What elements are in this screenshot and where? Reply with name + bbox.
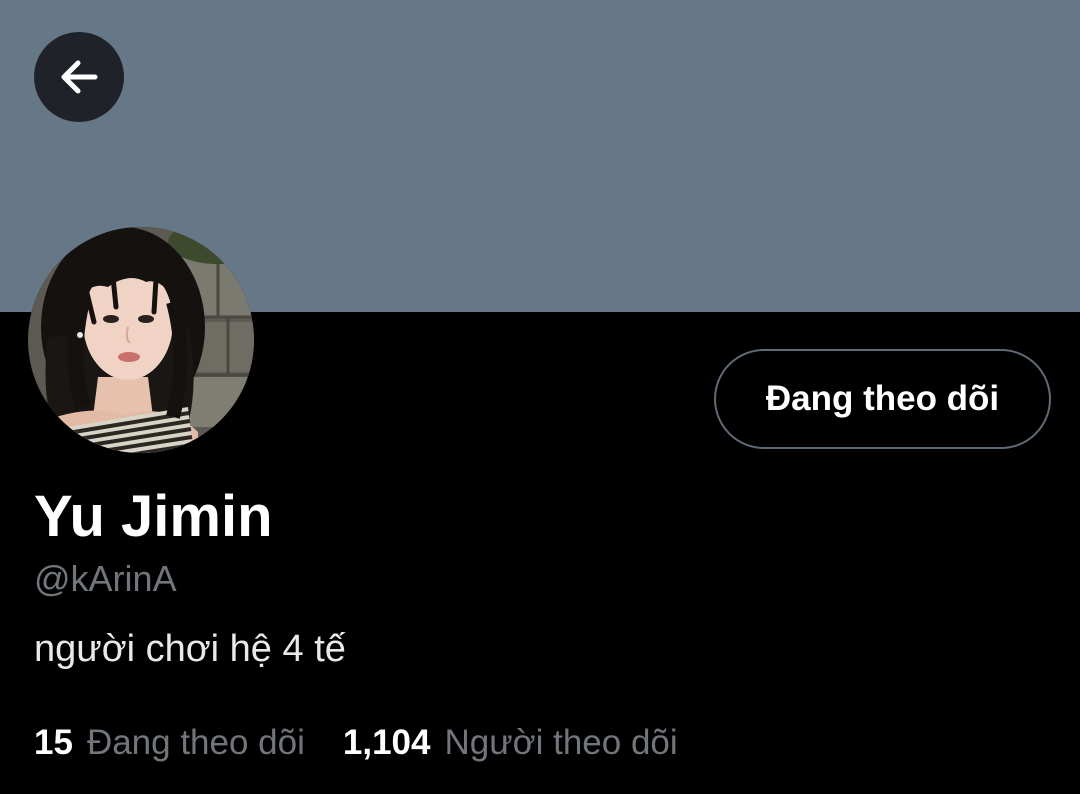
profile-bio: người chơi hệ 4 tế xyxy=(34,628,346,670)
user-handle: @kArinA xyxy=(34,558,177,599)
following-count: 15 xyxy=(34,723,73,762)
followers-stat-link[interactable]: 1,104 Người theo dõi xyxy=(343,721,678,765)
following-stat-link[interactable]: 15 Đang theo dõi xyxy=(34,721,305,765)
arrow-left-icon xyxy=(55,53,103,101)
follow-stats: 15 Đang theo dõi 1,104 Người theo dõi xyxy=(34,721,678,765)
display-name: Yu Jimin xyxy=(34,484,273,549)
following-label: Đang theo dõi xyxy=(86,723,305,762)
avatar[interactable] xyxy=(28,227,254,453)
following-toggle-button[interactable]: Đang theo dõi xyxy=(714,349,1051,449)
followers-count: 1,104 xyxy=(342,723,431,762)
back-button[interactable] xyxy=(34,32,124,122)
profile-screen: Đang theo dõi Yu Jimin @kArinA người chơ… xyxy=(0,0,1080,794)
followers-label: Người theo dõi xyxy=(444,723,678,762)
